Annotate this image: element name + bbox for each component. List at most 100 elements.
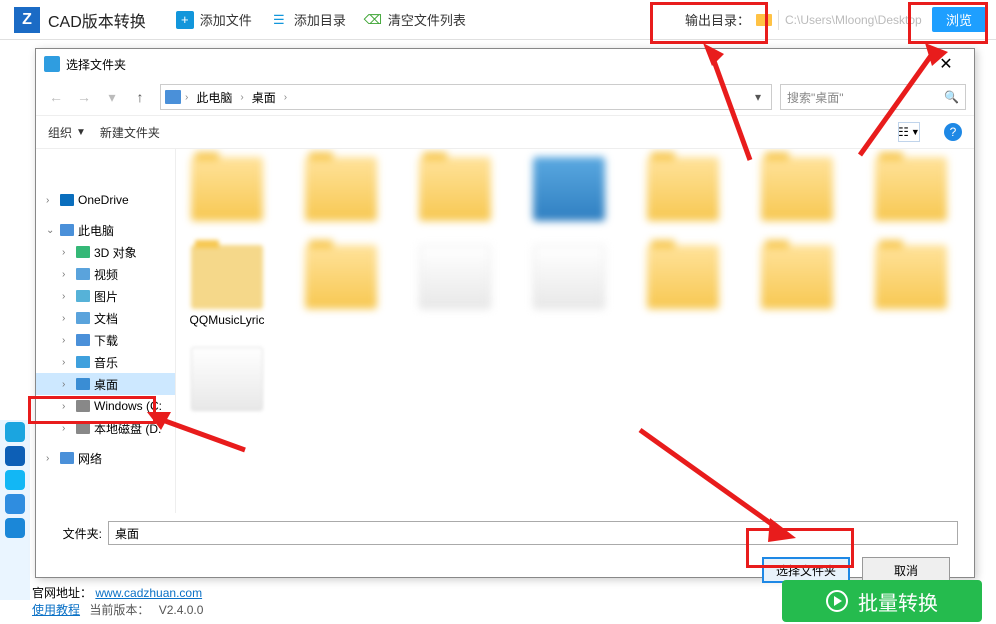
list-icon: ☰ [270,11,288,29]
file-icon [533,245,605,309]
tree-item-3d-objects[interactable]: › 3D 对象 [36,241,175,263]
tree-label: 视频 [94,266,118,283]
folder-icon [647,245,719,309]
folder-icon [419,157,491,221]
tree-label: OneDrive [78,193,129,207]
chevron-right-icon: › [185,92,188,103]
batch-convert-button[interactable]: 批量转换 [782,580,982,622]
output-dir-label: 输出目录： [685,10,750,29]
app-icon[interactable] [5,518,25,538]
dialog-icon [44,56,60,72]
add-file-button[interactable]: + 添加文件 [176,10,252,29]
folder-field-label: 文件夹: [52,525,102,542]
tree-item-pictures[interactable]: › 图片 [36,285,175,307]
file-item[interactable] [758,245,836,327]
file-item[interactable] [530,157,608,225]
folder-name-input[interactable] [108,521,958,545]
app-icon[interactable] [5,494,25,514]
plus-icon: + [176,11,194,29]
site-label: 官网地址： [32,586,92,600]
folder-icon [875,245,947,309]
file-item[interactable]: QQMusicLyric [188,245,266,327]
expand-icon[interactable]: › [62,379,72,390]
app-header: Z CAD版本转换 + 添加文件 ☰ 添加目录 ⌫ 清空文件列表 输出目录： C… [0,0,996,40]
tree-label: 文档 [94,310,118,327]
site-link[interactable]: www.cadzhuan.com [95,586,202,600]
folder-icon [305,157,377,221]
file-item[interactable] [644,245,722,327]
downloads-icon [76,334,90,346]
add-dir-button[interactable]: ☰ 添加目录 [270,10,346,29]
tree-item-onedrive[interactable]: › OneDrive [36,189,175,211]
folder-icon [191,157,263,221]
expand-icon[interactable]: › [62,423,72,434]
collapse-icon[interactable]: ⌄ [46,225,56,236]
tree-label: 此电脑 [78,222,114,239]
tree-item-desktop[interactable]: ›桌面 [36,373,175,395]
browse-button[interactable]: 浏览 [932,7,986,32]
tree-item-music[interactable]: › 音乐 [36,351,175,373]
output-path-field[interactable]: C:\Users\Mloong\Desktop [778,10,928,30]
clear-list-label: 清空文件列表 [388,10,466,29]
tree-label: 3D 对象 [94,244,137,261]
expand-icon[interactable]: › [62,247,72,258]
annotation-arrow [145,400,255,460]
file-grid: QQMusicLyric [176,149,974,513]
file-item[interactable] [188,157,266,225]
tree-item-documents[interactable]: › 文档 [36,307,175,329]
tree-label: 图片 [94,288,118,305]
nav-history-button[interactable]: ▾ [100,85,124,109]
address-bar[interactable]: › 此电脑 › 桌面 › ▾ [160,84,772,110]
expand-icon[interactable]: › [62,269,72,280]
tree-item-downloads[interactable]: ›下载 [36,329,175,351]
tree-item-videos[interactable]: › 视频 [36,263,175,285]
breadcrumb-seg[interactable]: 桌面 [248,87,280,108]
expand-icon[interactable]: › [62,335,72,346]
expand-icon[interactable]: › [46,195,56,206]
folder-icon [305,245,377,309]
music-icon [76,356,90,368]
add-dir-label: 添加目录 [294,10,346,29]
file-item[interactable] [416,157,494,225]
new-folder-button[interactable]: 新建文件夹 [100,124,160,141]
file-item[interactable] [416,245,494,327]
video-icon [76,268,90,280]
app-icon[interactable] [5,470,25,490]
sidebar-apps [0,420,30,600]
tutorial-link[interactable]: 使用教程 [32,603,80,617]
documents-icon [76,312,90,324]
add-file-label: 添加文件 [200,10,252,29]
clear-list-button[interactable]: ⌫ 清空文件列表 [364,10,466,29]
file-item[interactable] [530,245,608,327]
organize-button[interactable]: 组织 ▼ [48,124,86,141]
pc-icon [165,90,181,104]
folder-icon [756,14,772,26]
file-item[interactable] [302,157,380,225]
file-item[interactable] [872,245,950,327]
version-value: V2.4.0.0 [159,603,204,617]
folder-icon [761,245,833,309]
tree-item-this-pc[interactable]: ⌄ 此电脑 [36,219,175,241]
expand-icon[interactable]: › [62,291,72,302]
file-item[interactable] [302,245,380,327]
expand-icon[interactable]: › [62,357,72,368]
drive-icon [76,400,90,412]
nav-forward-button[interactable]: → [72,85,96,109]
version-label: 当前版本： [89,603,149,617]
expand-icon[interactable]: › [46,453,56,464]
drive-icon [76,422,90,434]
expand-icon[interactable]: › [62,313,72,324]
nav-back-button[interactable]: ← [44,85,68,109]
folder-icon [533,157,605,221]
annotation-arrow [620,420,800,550]
nav-up-button[interactable]: ↑ [128,85,152,109]
app-icon[interactable] [5,446,25,466]
app-icon[interactable] [5,422,25,442]
pictures-icon [76,290,90,302]
app-logo-icon: Z [14,7,40,33]
expand-icon[interactable]: › [62,401,72,412]
pc-icon [60,224,74,236]
tree-label: 音乐 [94,354,118,371]
network-icon [60,452,74,464]
breadcrumb-seg[interactable]: 此电脑 [192,87,236,108]
